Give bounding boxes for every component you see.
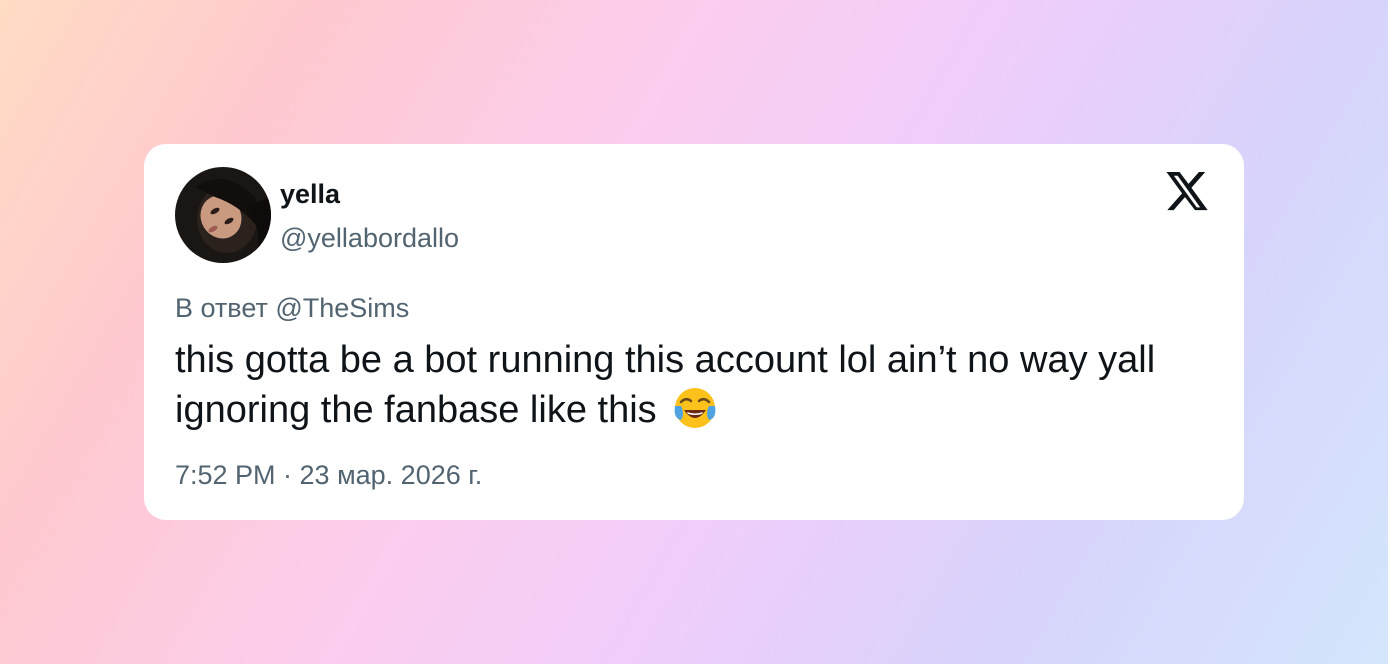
face-with-tears-of-joy-icon: [674, 388, 716, 428]
reply-context[interactable]: В ответ @TheSims: [175, 292, 409, 324]
tweet-card: yella @yellabordallo В ответ @TheSims th…: [144, 144, 1244, 520]
display-name[interactable]: yella: [280, 178, 340, 210]
tweet-timestamp[interactable]: 7:52 PM · 23 мар. 2026 г.: [175, 459, 482, 491]
x-logo-icon[interactable]: [1164, 172, 1210, 214]
tweet-text: this gotta be a bot running this account…: [175, 336, 1225, 434]
avatar[interactable]: [175, 167, 271, 263]
user-handle[interactable]: @yellabordallo: [280, 222, 459, 254]
tweet-body: this gotta be a bot running this account…: [175, 339, 1156, 431]
